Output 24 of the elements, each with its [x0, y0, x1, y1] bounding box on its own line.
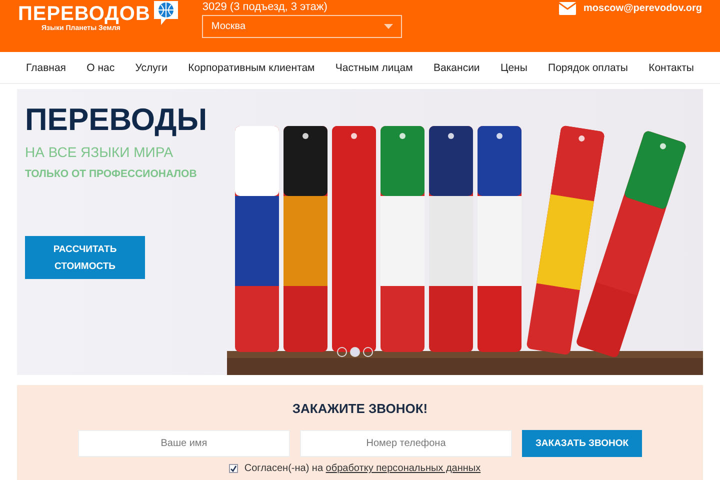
caret-icon [384, 24, 394, 29]
nav-link[interactable]: Услуги [135, 62, 168, 74]
nav-link[interactable]: Контакты [648, 62, 694, 74]
consent-link[interactable]: обработку персональных данных [326, 463, 481, 474]
name-input[interactable]: Ваше имя [78, 430, 290, 457]
slide-dot[interactable] [363, 347, 373, 357]
nav-link[interactable]: Цены [500, 62, 528, 74]
nav-link[interactable]: Вакансии [434, 62, 480, 74]
nav-link[interactable]: Частным лицам [335, 62, 413, 74]
callback-title: ЗАКАЖИТЕ ЗВОНОК! [292, 401, 428, 416]
nav-link[interactable]: Главная [26, 62, 66, 74]
order-call-button[interactable]: ЗАКАЗАТЬ ЗВОНОК [522, 430, 642, 457]
phone-input[interactable]: Номер телефона [300, 430, 512, 457]
nav-link[interactable]: Порядок оплаты [548, 62, 628, 74]
banner-subtitle: НА ВСЕ ЯЗЫКИ МИРА [25, 144, 174, 160]
consent-checkbox[interactable] [229, 464, 238, 473]
banner-tagline: ТОЛЬКО ОТ ПРОФЕССИОНАЛОВ [25, 168, 198, 180]
slide-dot[interactable] [337, 347, 347, 357]
address-text: 3029 (3 подъезд, 3 этаж) [202, 1, 328, 13]
banner-title: ПЕРЕВОДЫ [25, 103, 208, 137]
nav-link[interactable]: Корпоративным клиентам [188, 62, 315, 74]
consent-text: Согласен(-на) на обработку персональных данных [244, 463, 481, 474]
nav-link[interactable]: О нас [86, 62, 115, 74]
calculate-cost-button[interactable]: РАССЧИТАТЬ СТОИМОСТЬ [25, 236, 145, 279]
